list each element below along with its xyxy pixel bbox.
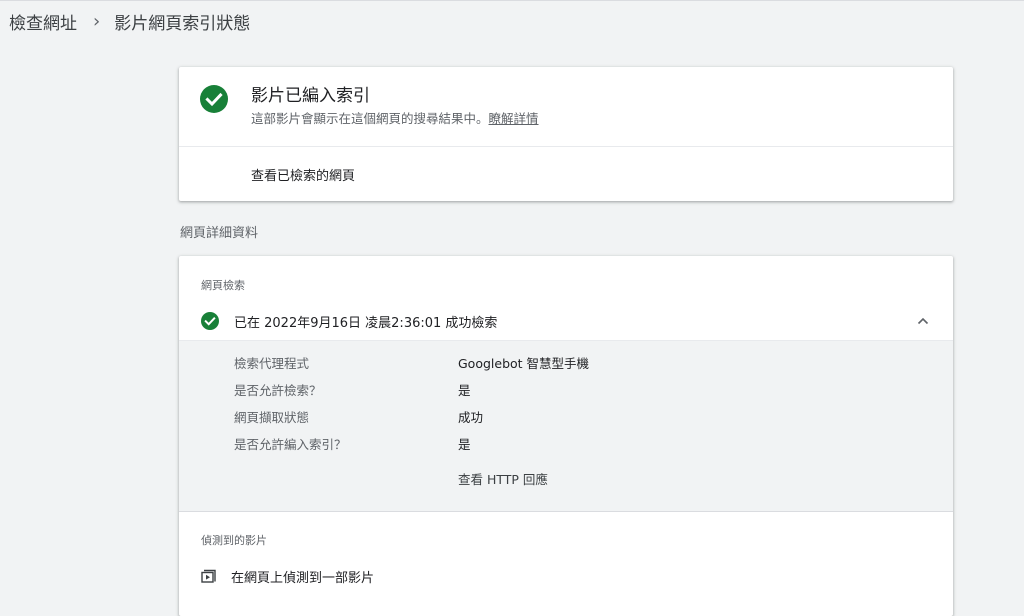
breadcrumb-current: 影片網頁索引狀態 [114,13,251,34]
detail-value-fetch-status: 成功 [458,410,484,425]
detail-label-crawl-allowed: 是否允許檢索？ [234,383,322,398]
status-description-text: 這部影片會顯示在這個網頁的搜尋結果中。 [251,111,489,126]
video-icon [201,569,216,583]
detected-video-text: 在網頁上偵測到一部影片 [231,571,375,586]
detail-value-crawler: Googlebot 智慧型手機 [458,356,590,371]
check-circle-icon [200,85,228,113]
detail-label-fetch-status: 網頁擷取狀態 [234,410,310,425]
top-border [0,0,1024,1]
check-circle-icon [201,312,219,330]
crawl-heading: 網頁檢索 [201,279,245,292]
chevron-up-icon[interactable] [915,313,931,329]
section-heading-page-details: 網頁詳細資料 [180,226,259,241]
crawl-status-row[interactable]: 已在 2022年9月16日 凌晨2:36:01 成功檢索 [179,304,953,340]
detected-videos-heading: 偵測到的影片 [201,534,267,547]
view-crawled-page-button[interactable]: 查看已檢索的網頁 [251,165,355,184]
breadcrumb-parent[interactable]: 檢查網址 [9,9,77,34]
breadcrumb: 檢查網址 › 影片網頁索引狀態 [9,8,250,34]
status-card: 影片已編入索引 這部影片會顯示在這個網頁的搜尋結果中。 瞭解詳情 查看已檢索的網頁 [179,67,953,201]
crawl-details-panel: 檢索代理程式 Googlebot 智慧型手機 是否允許檢索？ 是 網頁擷取狀態 … [179,340,953,512]
status-description: 這部影片會顯示在這個網頁的搜尋結果中。 瞭解詳情 [251,108,539,127]
detail-value-crawl-allowed: 是 [458,383,471,398]
learn-more-link[interactable]: 瞭解詳情 [489,108,539,127]
detail-label-index-allowed: 是否允許編入索引？ [234,437,347,452]
page-details-card: 網頁檢索 已在 2022年9月16日 凌晨2:36:01 成功檢索 檢索代理程式… [179,256,953,616]
status-title: 影片已編入索引 [251,86,370,106]
detail-label-crawler: 檢索代理程式 [234,356,310,371]
crawl-status-text: 已在 2022年9月16日 凌晨2:36:01 成功檢索 [234,316,498,331]
divider [179,146,953,147]
view-http-response-button[interactable]: 查看 HTTP 回應 [458,469,548,488]
detected-video-row: 在網頁上偵測到一部影片 [179,566,953,586]
detail-value-index-allowed: 是 [458,437,471,452]
breadcrumb-separator: › [93,10,101,32]
